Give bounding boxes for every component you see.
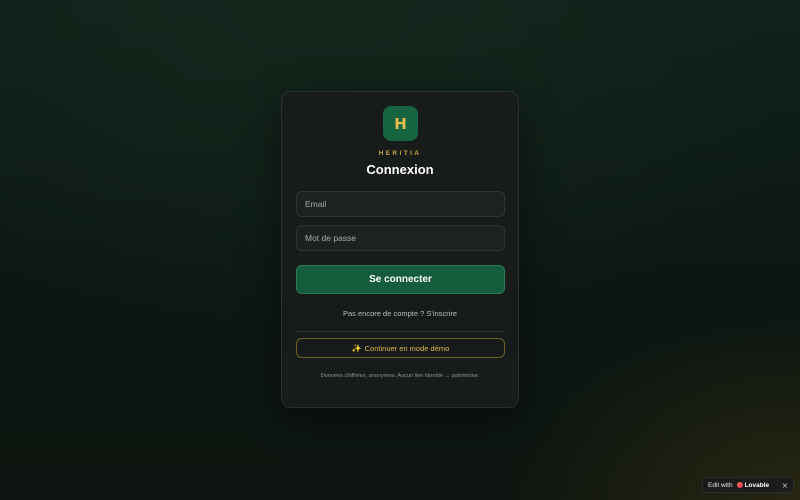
page-title: Connexion — [366, 162, 434, 177]
signup-prompt: Pas encore de compte ? S'inscrire — [282, 309, 518, 318]
heritia-logo: H — [383, 106, 418, 141]
privacy-note: Données chiffrées, anonymes. Aucun lien … — [320, 373, 480, 379]
divider — [296, 331, 505, 332]
login-button[interactable]: Se connecter — [296, 265, 505, 294]
edit-with-lovable-badge[interactable]: Edit with Lovable × — [702, 477, 794, 493]
password-field[interactable] — [296, 225, 505, 251]
sparkles-icon: ✨ — [351, 343, 362, 353]
brand-name: HERITIA — [378, 150, 422, 157]
logo-letter: H — [394, 114, 407, 133]
login-card: H HERITIA Connexion Se connecter Pas enc… — [281, 91, 519, 408]
signup-link[interactable]: Pas encore de compte ? S'inscrire — [343, 309, 457, 318]
close-icon[interactable]: × — [782, 481, 788, 490]
email-field[interactable] — [296, 191, 505, 217]
badge-edit-label: Edit with — [708, 481, 733, 489]
badge-brand-label: Lovable — [744, 481, 770, 489]
demo-mode-button[interactable]: ✨ Continuer en mode démo — [296, 338, 505, 358]
lovable-heart-icon — [736, 482, 743, 488]
demo-mode-label: Continuer en mode démo — [364, 343, 450, 353]
